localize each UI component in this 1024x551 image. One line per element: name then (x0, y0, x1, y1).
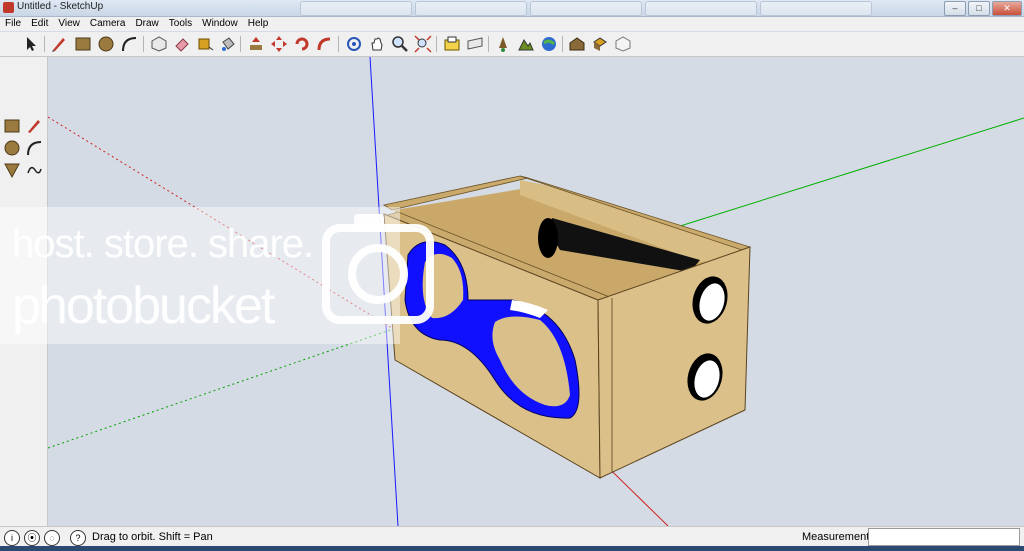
circle-icon[interactable] (3, 139, 21, 157)
title-bar: Untitled - SketchUp – □ ✕ (0, 0, 1024, 17)
menu-help[interactable]: Help (243, 17, 274, 31)
menu-tools[interactable]: Tools (164, 17, 197, 31)
zoom-icon[interactable] (391, 35, 409, 53)
windows-taskbar (0, 546, 1024, 551)
camera-logo-icon (322, 214, 434, 324)
background-window-tab[interactable] (300, 1, 412, 16)
pencil-icon[interactable] (50, 35, 68, 53)
share-model-icon[interactable] (466, 35, 484, 53)
help-icon[interactable]: ? (70, 530, 86, 546)
pan-icon[interactable] (368, 35, 386, 53)
components-icon[interactable] (591, 35, 609, 53)
toolbar-separator (143, 36, 144, 52)
eraser-icon[interactable] (173, 35, 191, 53)
toolbar-separator (562, 36, 563, 52)
toggle-terrain-icon[interactable] (517, 35, 535, 53)
minimize-button[interactable]: – (944, 1, 966, 16)
rotate-icon[interactable] (293, 35, 311, 53)
watermark-line2: photobucket (12, 277, 275, 335)
tape-measure-icon[interactable] (196, 35, 214, 53)
paint-bucket-icon[interactable] (219, 35, 237, 53)
toolbar-separator (488, 36, 489, 52)
geolocation-icon[interactable] (494, 35, 512, 53)
menu-bar: File Edit View Camera Draw Tools Window … (0, 17, 1024, 31)
status-bar: i ⦿ ◌ ? Drag to orbit. Shift = Pan Measu… (0, 526, 1024, 547)
background-window-tab[interactable] (645, 1, 757, 16)
menu-file[interactable]: File (0, 17, 26, 31)
extension-icon[interactable] (614, 35, 632, 53)
follow-me-icon[interactable] (316, 35, 334, 53)
orbit-icon[interactable] (345, 35, 363, 53)
toolbar-separator (44, 36, 45, 52)
window-controls: – □ ✕ (944, 1, 1022, 16)
measurements-input[interactable] (868, 528, 1020, 546)
get-models-icon[interactable] (443, 35, 461, 53)
measurements-label: Measurements (802, 531, 875, 543)
watermark-line1: host. store. share. (12, 222, 314, 266)
rectangle-icon[interactable] (74, 35, 92, 53)
google-earth-icon[interactable] (540, 35, 558, 53)
toolbar-separator (436, 36, 437, 52)
sketchup-icon (3, 2, 14, 13)
arc-icon[interactable] (25, 139, 43, 157)
maximize-button[interactable]: □ (968, 1, 990, 16)
circle-icon[interactable] (97, 35, 115, 53)
menu-view[interactable]: View (53, 17, 85, 31)
main-toolbar (0, 32, 1024, 57)
status-hint: Drag to orbit. Shift = Pan (92, 531, 213, 543)
toolbar-separator (338, 36, 339, 52)
freehand-icon[interactable] (25, 161, 43, 179)
port-tube-end (538, 218, 558, 258)
user-icon[interactable]: ◌ (44, 530, 60, 546)
background-window-tab[interactable] (760, 1, 872, 16)
window-title: Untitled - SketchUp (17, 1, 104, 12)
push-pull-icon[interactable] (247, 35, 265, 53)
close-button[interactable]: ✕ (992, 1, 1022, 16)
background-window-tab[interactable] (530, 1, 642, 16)
credits-icon[interactable]: ⦿ (24, 530, 40, 546)
zoom-extents-icon[interactable] (414, 35, 432, 53)
make-component-icon[interactable] (150, 35, 168, 53)
rectangle-icon[interactable] (3, 117, 21, 135)
menu-camera[interactable]: Camera (85, 17, 131, 31)
arc-icon[interactable] (120, 35, 138, 53)
menu-edit[interactable]: Edit (26, 17, 53, 31)
warehouse-icon[interactable] (568, 35, 586, 53)
polygon-icon[interactable] (3, 161, 21, 179)
select-icon[interactable] (22, 35, 40, 53)
toolbar-separator (240, 36, 241, 52)
background-window-tab[interactable] (415, 1, 527, 16)
menu-draw[interactable]: Draw (130, 17, 163, 31)
move-icon[interactable] (270, 35, 288, 53)
line-icon[interactable] (25, 117, 43, 135)
green-axis-negative (48, 329, 391, 449)
menu-window[interactable]: Window (197, 17, 243, 31)
info-icon[interactable]: i (4, 530, 20, 546)
